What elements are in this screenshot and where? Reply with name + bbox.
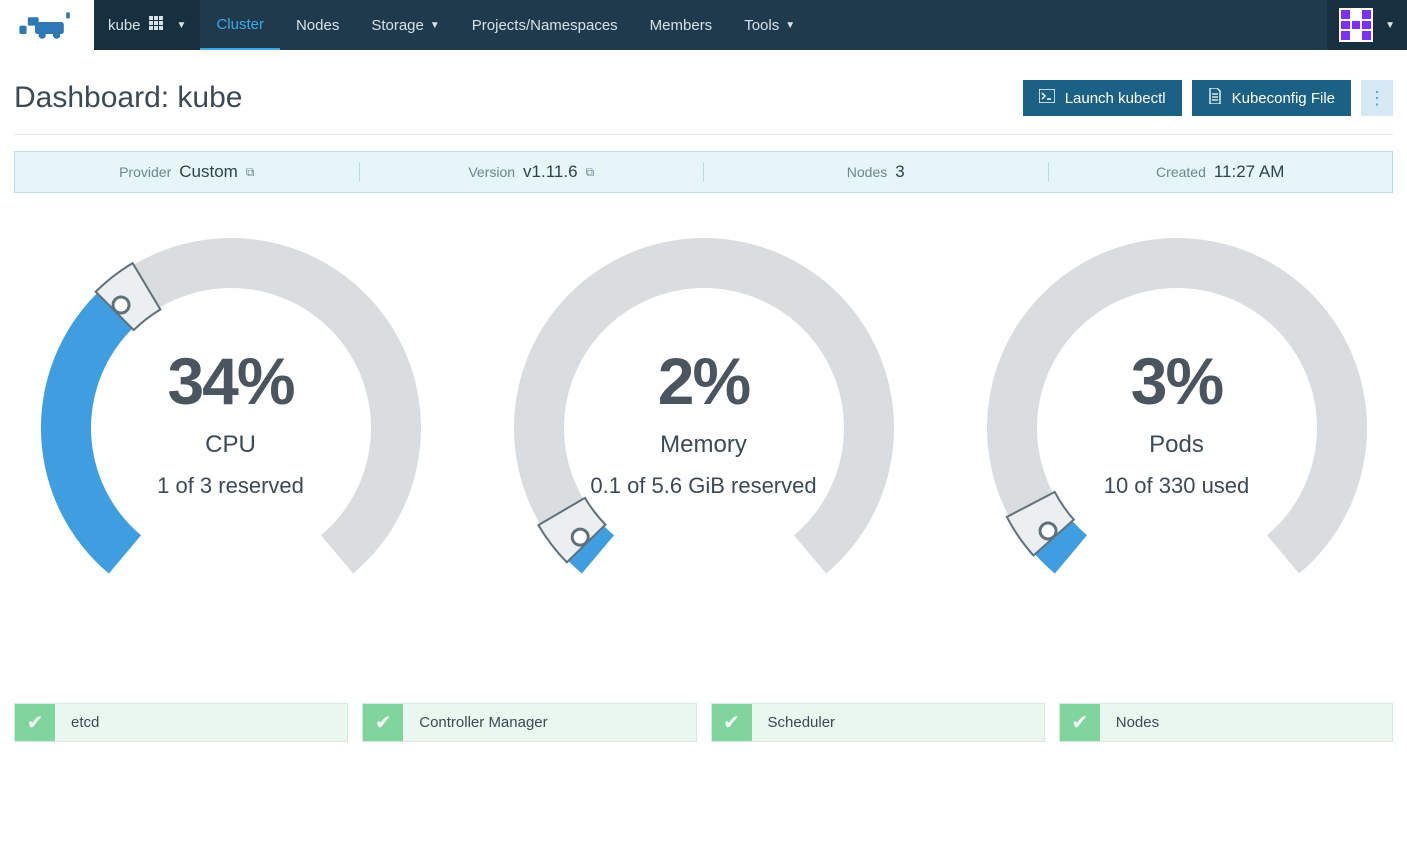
check-icon: ✔ [363,704,403,741]
rancher-logo[interactable] [0,0,94,50]
health-nodes[interactable]: ✔ Nodes [1059,703,1393,742]
check-icon: ✔ [712,704,752,741]
top-nav: kube ▼ Cluster Nodes Storage▼ Projects/N… [0,0,1407,50]
gauge-cpu: 34% CPU 1 of 3 reserved [14,233,447,593]
kubeconfig-button[interactable]: Kubeconfig File [1192,80,1351,116]
copy-icon[interactable]: ⧉ [246,165,255,180]
gauge-pods: 3% Pods 10 of 330 used [960,233,1393,593]
health-etcd[interactable]: ✔ etcd [14,703,348,742]
gauge-detail: 1 of 3 reserved [14,473,447,499]
terminal-icon [1039,89,1055,107]
chevron-down-icon: ▼ [430,20,440,31]
gauge-pct: 2% [487,343,920,419]
health-controller-manager[interactable]: ✔ Controller Manager [362,703,696,742]
gauge-pct: 34% [14,343,447,419]
nav-storage[interactable]: Storage▼ [355,0,455,50]
check-icon: ✔ [1060,704,1100,741]
gauge-pct: 3% [960,343,1393,419]
avatar [1339,8,1373,42]
info-version: Version v1.11.6 ⧉ [360,162,705,182]
page-actions: Launch kubectl Kubeconfig File ⋮ [1023,80,1393,116]
page-title: Dashboard: kube [14,81,243,115]
cluster-switcher[interactable]: kube ▼ [94,0,200,50]
nav-nodes[interactable]: Nodes [280,0,355,50]
nav-projects[interactable]: Projects/Namespaces [456,0,634,50]
grid-icon [149,16,163,34]
main-content: Dashboard: kube Launch kubectl Kubeconfi… [0,50,1407,772]
chevron-down-icon: ▼ [1385,20,1395,31]
copy-icon[interactable]: ⧉ [586,165,595,180]
user-menu[interactable]: ▼ [1327,0,1407,50]
nav-tools[interactable]: Tools▼ [728,0,811,50]
page-header: Dashboard: kube Launch kubectl Kubeconfi… [14,64,1393,135]
gauges-row: 34% CPU 1 of 3 reserved 2% Memory 0.1 of… [14,233,1393,593]
gauge-memory: 2% Memory 0.1 of 5.6 GiB reserved [487,233,920,593]
kebab-icon: ⋮ [1368,88,1386,109]
file-icon [1208,88,1222,108]
launch-kubectl-button[interactable]: Launch kubectl [1023,80,1182,116]
info-created: Created 11:27 AM [1049,162,1393,182]
nav-cluster[interactable]: Cluster [200,0,280,50]
chevron-down-icon: ▼ [177,20,187,31]
health-row: ✔ etcd ✔ Controller Manager ✔ Scheduler … [14,703,1393,742]
health-scheduler[interactable]: ✔ Scheduler [711,703,1045,742]
check-icon: ✔ [15,704,55,741]
info-provider: Provider Custom ⧉ [15,162,360,182]
cluster-name: kube [108,17,141,34]
gauge-title: CPU [14,431,447,459]
gauge-title: Pods [960,431,1393,459]
gauge-title: Memory [487,431,920,459]
nav-members[interactable]: Members [634,0,729,50]
cluster-info-bar: Provider Custom ⧉ Version v1.11.6 ⧉ Node… [14,151,1393,193]
info-nodes: Nodes 3 [704,162,1049,182]
more-actions-button[interactable]: ⋮ [1361,80,1393,116]
gauge-detail: 10 of 330 used [960,473,1393,499]
chevron-down-icon: ▼ [785,20,795,31]
gauge-detail: 0.1 of 5.6 GiB reserved [487,473,920,499]
